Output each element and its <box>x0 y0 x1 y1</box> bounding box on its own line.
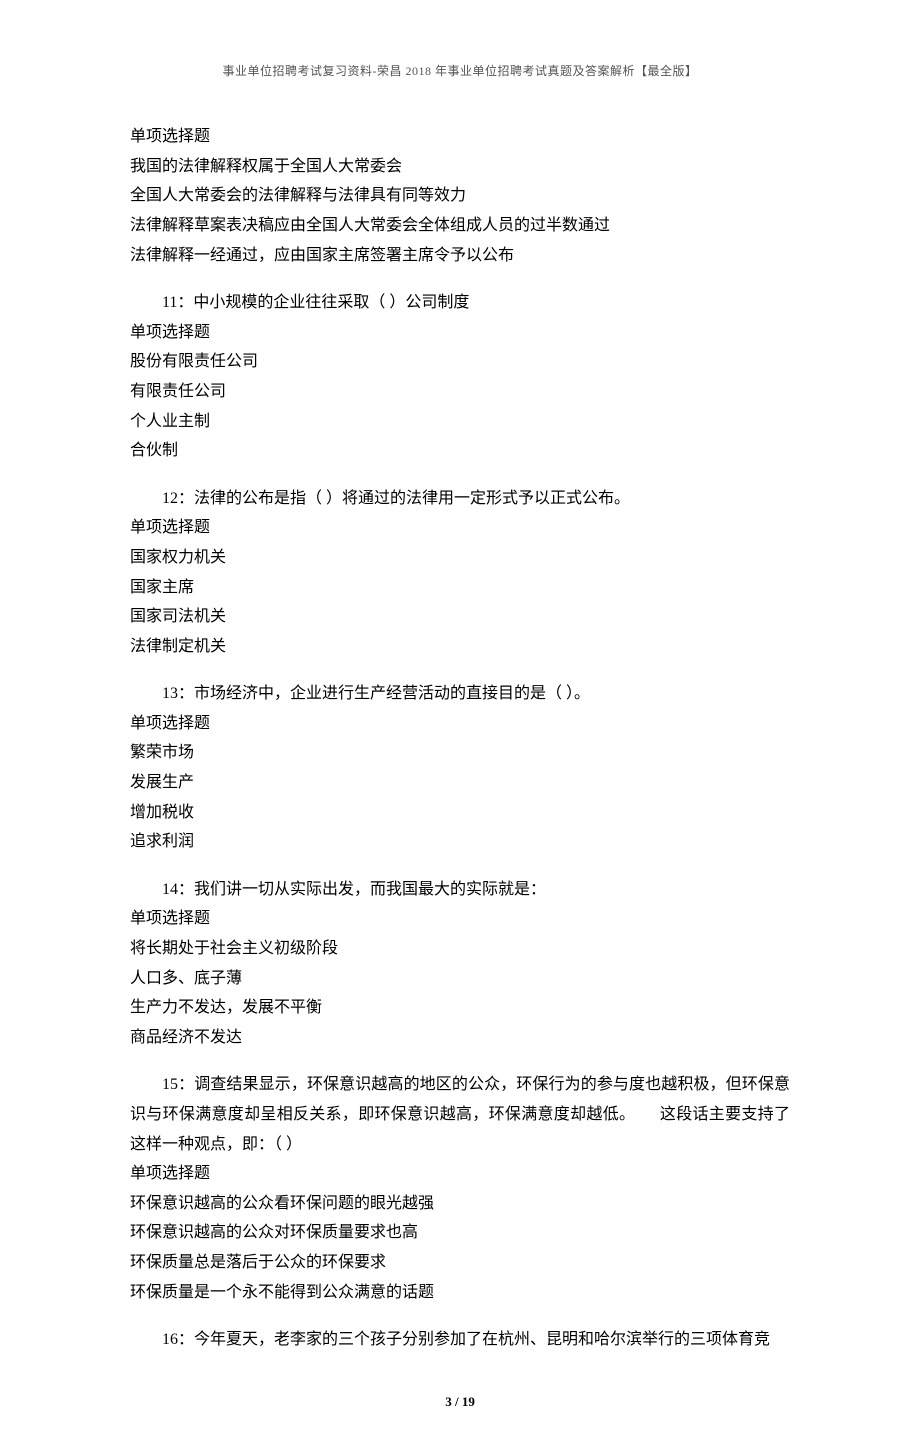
option: 全国人大常委会的法律解释与法律具有同等效力 <box>130 181 790 211</box>
question-number: 14： <box>162 881 194 898</box>
question-number: 11： <box>162 294 193 311</box>
option: 环保质量是一个永不能得到公众满意的话题 <box>130 1278 790 1308</box>
page-header: 事业单位招聘考试复习资料-荣昌 2018 年事业单位招聘考试真题及答案解析【最全… <box>130 60 790 82</box>
option: 国家主席 <box>130 573 790 603</box>
page-footer: 3 / 19 <box>130 1390 790 1414</box>
question-14: 14：我们讲一切从实际出发，而我国最大的实际就是： 单项选择题 将长期处于社会主… <box>130 875 790 1053</box>
question-text: 15：调查结果显示，环保意识越高的地区的公众，环保行为的参与度也越积极，但环保意… <box>130 1070 790 1159</box>
question-number: 13： <box>162 685 194 702</box>
question-text: 16：今年夏天，老李家的三个孩子分别参加了在杭州、昆明和哈尔滨举行的三项体育竞 <box>130 1325 790 1355</box>
question-type: 单项选择题 <box>130 904 790 934</box>
page-total: 19 <box>462 1394 475 1409</box>
question-13: 13：市场经济中，企业进行生产经营活动的直接目的是（ ）。 单项选择题 繁荣市场… <box>130 679 790 857</box>
question-type: 单项选择题 <box>130 318 790 348</box>
question-10-continuation: 单项选择题 我国的法律解释权属于全国人大常委会 全国人大常委会的法律解释与法律具… <box>130 122 790 270</box>
page-separator: / <box>452 1394 462 1409</box>
question-type: 单项选择题 <box>130 122 790 152</box>
question-type: 单项选择题 <box>130 709 790 739</box>
option: 个人业主制 <box>130 407 790 437</box>
question-15: 15：调查结果显示，环保意识越高的地区的公众，环保行为的参与度也越积极，但环保意… <box>130 1070 790 1307</box>
option: 发展生产 <box>130 768 790 798</box>
question-text: 14：我们讲一切从实际出发，而我国最大的实际就是： <box>130 875 790 905</box>
option: 股份有限责任公司 <box>130 347 790 377</box>
question-text: 12：法律的公布是指（ ）将通过的法律用一定形式予以正式公布。 <box>130 484 790 514</box>
question-number: 15： <box>162 1076 194 1093</box>
question-body: 中小规模的企业往往采取（ ）公司制度 <box>193 294 469 311</box>
option: 国家权力机关 <box>130 543 790 573</box>
option: 将长期处于社会主义初级阶段 <box>130 934 790 964</box>
option: 法律解释一经通过，应由国家主席签署主席令予以公布 <box>130 241 790 271</box>
option: 追求利润 <box>130 827 790 857</box>
option: 繁荣市场 <box>130 738 790 768</box>
question-type: 单项选择题 <box>130 1159 790 1189</box>
question-16: 16：今年夏天，老李家的三个孩子分别参加了在杭州、昆明和哈尔滨举行的三项体育竞 <box>130 1325 790 1355</box>
option: 法律解释草案表决稿应由全国人大常委会全体组成人员的过半数通过 <box>130 211 790 241</box>
question-type: 单项选择题 <box>130 513 790 543</box>
question-body: 今年夏天，老李家的三个孩子分别参加了在杭州、昆明和哈尔滨举行的三项体育竞 <box>194 1331 770 1348</box>
question-body: 法律的公布是指（ ）将通过的法律用一定形式予以正式公布。 <box>194 490 630 507</box>
option: 人口多、底子薄 <box>130 964 790 994</box>
option: 国家司法机关 <box>130 602 790 632</box>
question-body: 我们讲一切从实际出发，而我国最大的实际就是： <box>194 881 546 898</box>
option: 环保意识越高的公众看环保问题的眼光越强 <box>130 1189 790 1219</box>
question-body: 调查结果显示，环保意识越高的地区的公众，环保行为的参与度也越积极，但环保意识与环… <box>130 1076 790 1152</box>
option: 有限责任公司 <box>130 377 790 407</box>
option: 商品经济不发达 <box>130 1023 790 1053</box>
option: 合伙制 <box>130 436 790 466</box>
question-number: 16： <box>162 1331 194 1348</box>
question-12: 12：法律的公布是指（ ）将通过的法律用一定形式予以正式公布。 单项选择题 国家… <box>130 484 790 662</box>
question-11: 11：中小规模的企业往往采取（ ）公司制度 单项选择题 股份有限责任公司 有限责… <box>130 288 790 466</box>
option: 法律制定机关 <box>130 632 790 662</box>
option: 环保意识越高的公众对环保质量要求也高 <box>130 1218 790 1248</box>
option: 环保质量总是落后于公众的环保要求 <box>130 1248 790 1278</box>
option: 我国的法律解释权属于全国人大常委会 <box>130 152 790 182</box>
question-number: 12： <box>162 490 194 507</box>
option: 生产力不发达，发展不平衡 <box>130 993 790 1023</box>
question-text: 13：市场经济中，企业进行生产经营活动的直接目的是（ ）。 <box>130 679 790 709</box>
question-body: 市场经济中，企业进行生产经营活动的直接目的是（ ）。 <box>194 685 590 702</box>
question-text: 11：中小规模的企业往往采取（ ）公司制度 <box>130 288 790 318</box>
option: 增加税收 <box>130 798 790 828</box>
